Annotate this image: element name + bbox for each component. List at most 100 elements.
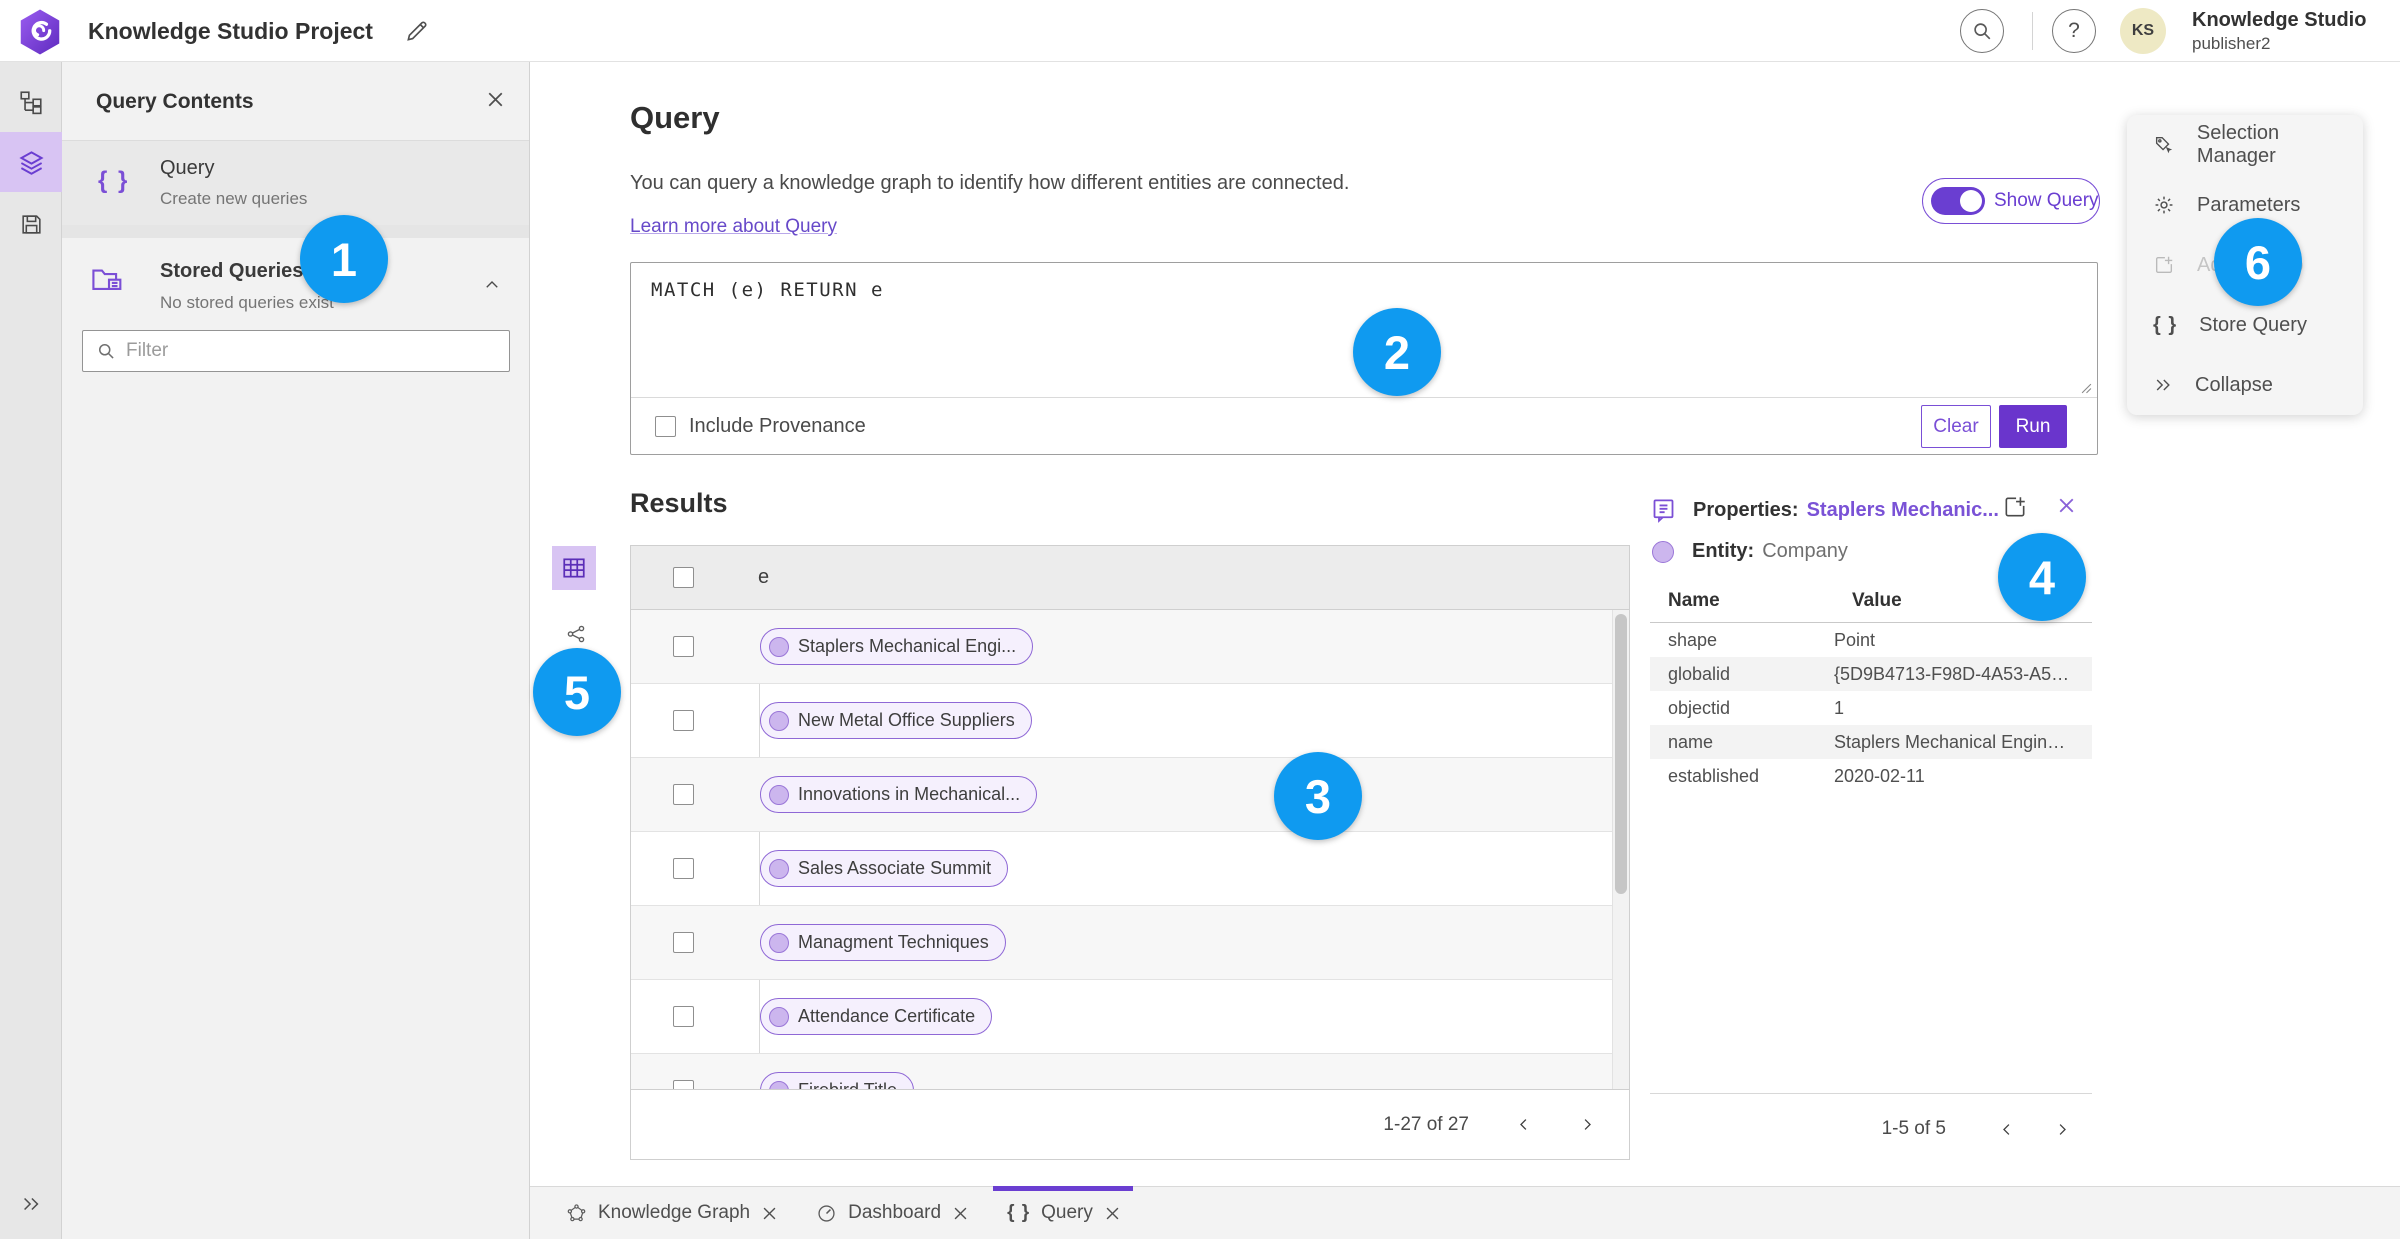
entity-pill[interactable]: Staplers Mechanical Engi... — [760, 628, 1034, 665]
user-info[interactable]: Knowledge Studio publisher2 — [2192, 9, 2366, 54]
query-contents-title: Query Contents — [96, 90, 254, 113]
results-scrollbar[interactable] — [1612, 610, 1629, 1091]
row-checkbox[interactable] — [673, 710, 694, 731]
braces-icon: { } — [1007, 1202, 1031, 1223]
properties-entity-link[interactable]: Staplers Mechanic... — [1807, 499, 1999, 522]
table-row[interactable]: New Metal Office Suppliers — [631, 684, 1629, 758]
entity-icon — [769, 1006, 789, 1027]
tab-knowledge-graph[interactable]: Knowledge Graph — [546, 1187, 796, 1239]
entity-label: Innovations in Mechanical... — [798, 784, 1021, 804]
add-to-map-icon[interactable] — [2002, 494, 2028, 520]
query-contents-item-stored-queries[interactable]: Stored Queries No stored queries exist — [62, 238, 529, 334]
entity-label: Sales Associate Summit — [798, 858, 992, 878]
rail-layers-button[interactable] — [0, 132, 62, 192]
user-name: Knowledge Studio — [2192, 9, 2367, 31]
query-page-heading: Query — [630, 100, 720, 135]
entity-label: Managment Techniques — [798, 932, 989, 952]
table-row[interactable]: Managment Techniques — [631, 906, 1629, 980]
filter-search-icon — [96, 341, 116, 361]
entity-type-icon — [1652, 540, 1674, 563]
table-row[interactable]: Sales Associate Summit — [631, 832, 1629, 906]
clear-button[interactable]: Clear — [1921, 405, 1991, 448]
menu-item-label: Store Query — [2199, 313, 2307, 336]
toggle-knob — [1960, 190, 1982, 212]
query-contents-panel: Query Contents { } Query Create new quer… — [62, 62, 530, 1239]
menu-item-label: Parameters — [2197, 193, 2301, 216]
search-button[interactable] — [1960, 9, 2004, 53]
property-value: 1 — [1834, 697, 1845, 718]
table-row[interactable]: Staplers Mechanical Engi... — [631, 610, 1629, 684]
select-all-checkbox[interactable] — [673, 567, 694, 588]
callout-badge-6: 6 — [2214, 218, 2302, 306]
include-provenance-checkbox[interactable] — [655, 415, 676, 437]
column-header-value: Value — [1852, 590, 1902, 611]
entity-icon — [769, 710, 789, 731]
rail-save-button[interactable] — [0, 194, 62, 254]
add-to-map-icon — [2155, 256, 2173, 274]
property-value: {5D9B4713-F98D-4A53-A59F-C11... — [1834, 663, 2074, 684]
close-tab-icon[interactable] — [1106, 1207, 1119, 1220]
user-avatar[interactable]: KS — [2120, 8, 2166, 54]
tab-query[interactable]: { } Query — [987, 1186, 1139, 1239]
chevron-left-icon — [1519, 1119, 1526, 1130]
query-contents-close-icon[interactable] — [488, 92, 503, 107]
entity-pill[interactable]: Managment Techniques — [760, 924, 1006, 961]
entity-pill[interactable]: Attendance Certificate — [760, 998, 993, 1035]
property-value: Staplers Mechanical Engineering — [1834, 731, 2074, 752]
pagination-range: 1-27 of 27 — [1383, 1113, 1469, 1135]
scrollbar-thumb[interactable] — [1615, 614, 1627, 894]
menu-item-collapse[interactable]: Collapse — [2127, 355, 2363, 415]
project-title: Knowledge Studio Project — [88, 18, 373, 44]
help-button[interactable]: ? — [2052, 9, 2096, 53]
item-subtitle: Create new queries — [160, 189, 308, 208]
filter-input[interactable] — [126, 340, 509, 362]
tab-label: Query — [1041, 1202, 1093, 1223]
item-title: Stored Queries — [160, 260, 304, 282]
entity-pill[interactable]: Sales Associate Summit — [760, 850, 1009, 887]
resize-handle-icon[interactable] — [2081, 383, 2092, 394]
prev-page-button[interactable] — [1509, 1110, 1539, 1140]
run-button[interactable]: Run — [1999, 405, 2067, 448]
entity-pill[interactable]: Innovations in Mechanical... — [760, 776, 1038, 813]
close-tab-icon[interactable] — [763, 1207, 776, 1220]
show-query-toggle[interactable]: Show Query — [1922, 178, 2100, 224]
column-header-name: Name — [1668, 590, 1720, 611]
collapse-chevron-up-icon[interactable] — [483, 276, 501, 294]
rail-data-model-button[interactable] — [0, 72, 62, 132]
row-checkbox[interactable] — [673, 858, 694, 879]
edit-title-pencil-icon[interactable] — [404, 18, 430, 44]
pagination-range: 1-5 of 5 — [1881, 1118, 1946, 1139]
property-row: globalid {5D9B4713-F98D-4A53-A59F-C11... — [1650, 657, 2092, 691]
prev-page-button[interactable] — [1992, 1114, 2022, 1144]
row-checkbox[interactable] — [673, 636, 694, 657]
tab-dashboard[interactable]: Dashboard — [796, 1187, 987, 1239]
braces-icon: { } — [2153, 313, 2178, 336]
learn-more-link[interactable]: Learn more about Query — [630, 216, 837, 238]
entity-pill[interactable]: New Metal Office Suppliers — [760, 702, 1032, 739]
properties-close-icon[interactable] — [2059, 498, 2074, 513]
item-subtitle: No stored queries exist — [160, 293, 334, 312]
callout-badge-2: 2 — [1353, 308, 1441, 396]
rail-expand-button[interactable] — [0, 1180, 62, 1228]
table-row[interactable]: Firebird Title — [631, 1054, 1629, 1091]
property-name: established — [1668, 765, 1760, 786]
left-icon-rail — [0, 62, 62, 1239]
query-contents-item-query[interactable]: { } Query Create new queries — [62, 141, 529, 225]
save-icon — [21, 214, 41, 234]
row-checkbox[interactable] — [673, 932, 694, 953]
row-checkbox[interactable] — [673, 1006, 694, 1027]
bottom-tab-bar: Knowledge Graph Dashboard { } Query — [530, 1186, 2400, 1239]
row-checkbox[interactable] — [673, 784, 694, 805]
close-tab-icon[interactable] — [954, 1207, 967, 1220]
table-row[interactable]: Attendance Certificate — [631, 980, 1629, 1054]
menu-item-selection-manager[interactable]: Selection Manager — [2127, 115, 2363, 175]
dashboard-gauge-icon — [818, 1204, 835, 1222]
next-page-button[interactable] — [1571, 1110, 1601, 1140]
graph-view-button[interactable] — [558, 616, 594, 652]
knowledge-graph-icon — [567, 1203, 586, 1221]
table-view-button[interactable] — [552, 546, 596, 590]
table-row[interactable]: Innovations in Mechanical... — [631, 758, 1629, 832]
layers-icon — [18, 150, 44, 175]
toggle-track — [1931, 187, 1985, 215]
next-page-button[interactable] — [2046, 1114, 2076, 1144]
